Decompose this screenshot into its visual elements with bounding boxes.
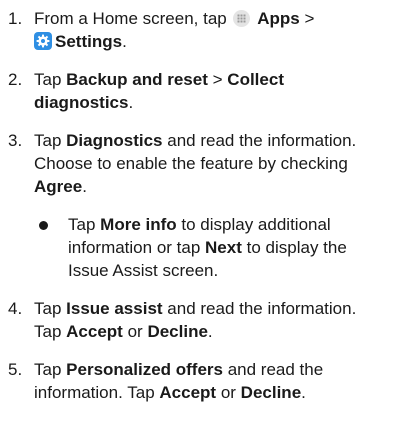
step-end: . <box>82 177 87 196</box>
step-end: . <box>122 32 127 51</box>
sub-text: Tap <box>68 215 96 234</box>
step-end: . <box>128 93 134 112</box>
step-2: 2. Tap Backup and reset > Collect diagno… <box>8 68 385 114</box>
step-end: . <box>207 322 213 341</box>
step-number: 4. <box>8 299 23 318</box>
apps-label: Apps <box>257 9 300 28</box>
step-5: 5. Tap Personalized offers and read the … <box>8 358 385 404</box>
option-next: Next <box>205 238 242 257</box>
option-agree: Agree <box>34 177 83 196</box>
apps-grid-icon <box>233 10 251 27</box>
sub-bullet: Tap More info to display additional info… <box>8 213 385 282</box>
step-1: 1. From a Home screen, tap Apps > Settin… <box>8 7 385 53</box>
menu-personalized-offers: Personalized offers <box>66 360 223 379</box>
option-more-info: More info <box>100 215 177 234</box>
step-text: Tap <box>34 299 62 318</box>
step-number: 1. <box>8 9 23 28</box>
step-number: 2. <box>8 70 23 89</box>
settings-gear-icon <box>34 32 52 50</box>
step-number: 5. <box>8 360 23 379</box>
option-decline: Decline <box>147 322 208 341</box>
step-text: or <box>220 383 236 402</box>
step-4: 4. Tap Issue assist and read the informa… <box>8 297 385 343</box>
menu-backup-and-reset: Backup and reset <box>66 70 208 89</box>
menu-diagnostics: Diagnostics <box>66 131 163 150</box>
step-text: Tap <box>34 131 62 150</box>
separator: > <box>212 70 223 89</box>
settings-label: Settings <box>55 32 123 51</box>
menu-issue-assist: Issue assist <box>66 299 163 318</box>
option-accept: Accept <box>66 322 123 341</box>
step-text: or <box>127 322 143 341</box>
step-text: Tap <box>34 360 62 379</box>
instructions-page: 1. From a Home screen, tap Apps > Settin… <box>0 0 393 430</box>
bullet-icon <box>39 221 48 230</box>
step-3: 3. Tap Diagnostics and read the informat… <box>8 129 385 198</box>
option-decline: Decline <box>240 383 302 402</box>
step-text: Tap <box>34 70 62 89</box>
step-number: 3. <box>8 131 23 150</box>
step-end: . <box>301 383 306 402</box>
separator: > <box>304 9 315 28</box>
option-accept: Accept <box>159 383 217 402</box>
step-text: From a Home screen, tap <box>34 9 227 28</box>
